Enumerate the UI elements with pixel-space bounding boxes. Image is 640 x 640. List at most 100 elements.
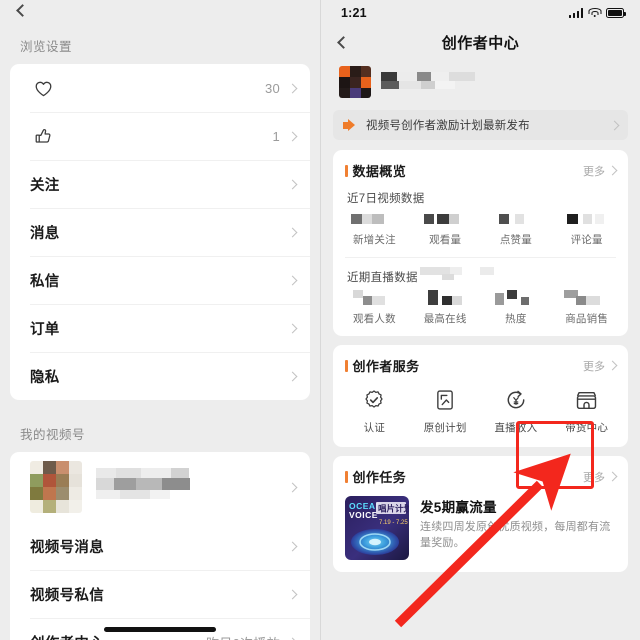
thumbsup-count: 1 — [272, 128, 280, 144]
service-original-plan[interactable]: 原创计划 — [410, 387, 481, 435]
service-label: 带货中心 — [565, 422, 609, 434]
list-item-label: 私信 — [30, 273, 60, 290]
chevron-right-icon — [287, 179, 298, 189]
stat-label: 观看量 — [429, 234, 462, 246]
chevron-right-icon — [607, 471, 618, 482]
service-shop-center[interactable]: 带货中心 — [551, 387, 622, 435]
stat-value-redacted — [339, 212, 410, 226]
section-title: 创作任务 — [352, 470, 407, 485]
left-nav-bar — [0, 0, 320, 34]
stat-value-redacted — [481, 290, 552, 305]
creator-tasks-header: 创作任务 更多 — [333, 456, 628, 494]
stat-label: 点赞量 — [499, 234, 532, 246]
status-icons — [568, 8, 626, 18]
creator-services-header: 创作者服务 更多 — [333, 345, 628, 383]
section-title: 创作者服务 — [352, 359, 420, 374]
stat-label: 最高在线 — [423, 313, 467, 325]
list-item-messages[interactable]: 消息 — [10, 208, 310, 256]
creator-center-plays: 昨日0次播放 — [206, 633, 280, 640]
service-label: 直播收入 — [494, 422, 538, 434]
right-nav-bar: 创作者中心 — [321, 26, 640, 58]
creator-services-grid: 认证 原创计划 直播收入 带货中心 — [333, 383, 628, 447]
account-name-redacted — [96, 466, 289, 508]
list-item-follow[interactable]: 关注 — [10, 160, 310, 208]
live-data-subtitle: 近期直播数据 — [347, 271, 418, 284]
status-time: 1:21 — [341, 6, 367, 20]
svg-text:7.19 - 7.25: 7.19 - 7.25 — [379, 520, 408, 526]
task-item[interactable]: OCEAN VOICE 唱片计划 7.19 - 7.25 发5期赢流量 连续四周… — [333, 494, 628, 572]
cellular-signal-icon — [568, 8, 583, 18]
section-accent-bar — [345, 164, 348, 177]
avatar — [339, 66, 371, 98]
chevron-right-icon — [287, 227, 298, 237]
list-item-label: 创作者中心 — [30, 632, 206, 640]
list-item-orders[interactable]: 订单 — [10, 304, 310, 352]
section-title: 数据概览 — [352, 164, 407, 179]
stat-comments: 评论量 — [551, 212, 622, 247]
thumbs-up-icon — [30, 123, 56, 149]
svg-text:唱片计划: 唱片计划 — [378, 504, 409, 514]
wifi-icon — [588, 8, 601, 18]
avatar — [30, 461, 82, 513]
chevron-right-icon — [287, 275, 298, 285]
task-thumbnail: OCEAN VOICE 唱片计划 7.19 - 7.25 — [345, 496, 409, 560]
announcement-text: 视频号创作者激励计划最新发布 — [366, 120, 530, 132]
stat-value-redacted — [410, 290, 481, 305]
back-button[interactable] — [337, 35, 350, 49]
chevron-right-icon — [609, 120, 620, 130]
list-item-label: 关注 — [30, 177, 60, 194]
stat-label: 热度 — [505, 313, 527, 325]
list-item-label: 视频号消息 — [30, 539, 104, 556]
creator-services-more-button[interactable]: 更多 — [583, 358, 618, 374]
list-item-channel-dm[interactable]: 视频号私信 — [10, 570, 310, 618]
list-item-channel-messages[interactable]: 视频号消息 — [10, 522, 310, 570]
stat-value-redacted — [551, 290, 622, 305]
page-title: 创作者中心 — [441, 34, 520, 52]
shop-storefront-icon — [551, 387, 622, 413]
chevron-right-icon — [287, 83, 298, 93]
creator-tasks-more-button[interactable]: 更多 — [583, 469, 618, 485]
stat-likes: 点赞量 — [481, 212, 552, 247]
chevron-right-icon — [287, 371, 298, 381]
list-item-privacy[interactable]: 隐私 — [10, 352, 310, 400]
data-overview-more-button[interactable]: 更多 — [583, 163, 618, 179]
stat-value-redacted — [410, 212, 481, 226]
live-data-subtitle-row: 近期直播数据 — [333, 258, 628, 291]
list-item-likes[interactable]: 30 — [10, 64, 310, 112]
heart-icon — [30, 75, 56, 101]
profile-name-redacted — [381, 71, 622, 93]
chevron-right-icon — [287, 541, 298, 551]
creator-services-card: 创作者服务 更多 认证 原创计划 直播收入 带货中心 — [333, 345, 628, 447]
megaphone-icon — [343, 119, 358, 131]
service-verification[interactable]: 认证 — [339, 387, 410, 435]
stat-new-followers: 新增关注 — [339, 212, 410, 247]
my-channel-card: 视频号消息 视频号私信 创作者中心 昨日0次播放 — [10, 452, 310, 640]
task-description: 连续四周发原创优质视频，每周都有流量奖励。 — [420, 521, 611, 549]
stat-live-viewers: 观看人数 — [339, 290, 410, 326]
list-item-label: 订单 — [30, 321, 60, 338]
chevron-right-icon — [287, 482, 298, 492]
svg-text:VOICE: VOICE — [349, 510, 378, 520]
stat-value-redacted — [339, 290, 410, 305]
list-item-thumbsup[interactable]: 1 — [10, 112, 310, 160]
list-item-label: 视频号私信 — [30, 587, 104, 604]
service-label: 认证 — [363, 422, 386, 434]
video-data-subtitle: 近7日视频数据 — [347, 193, 425, 205]
back-button[interactable] — [16, 4, 32, 20]
announcement-banner[interactable]: 视频号创作者激励计划最新发布 — [333, 110, 628, 140]
list-item-account[interactable] — [10, 452, 310, 522]
stat-views: 观看量 — [410, 212, 481, 247]
stat-label: 评论量 — [570, 234, 603, 246]
stat-peak-online: 最高在线 — [410, 290, 481, 326]
profile-row[interactable] — [321, 58, 640, 108]
chevron-left-icon — [337, 35, 350, 49]
more-label: 更多 — [583, 165, 605, 178]
list-item-private-messages[interactable]: 私信 — [10, 256, 310, 304]
likes-count: 30 — [264, 80, 280, 96]
service-live-income[interactable]: 直播收入 — [481, 387, 552, 435]
right-panel-creator-center: 1:21 创作者中心 视频号创作者激励计划最新发布 数据概览 更多 近7日视频数… — [320, 0, 640, 640]
live-date-redacted — [419, 266, 540, 287]
stat-label: 新增关注 — [352, 234, 396, 246]
video-stats-grid: 新增关注 观看量 点赞量 评论量 — [333, 212, 628, 257]
live-income-yuan-icon — [481, 387, 552, 413]
